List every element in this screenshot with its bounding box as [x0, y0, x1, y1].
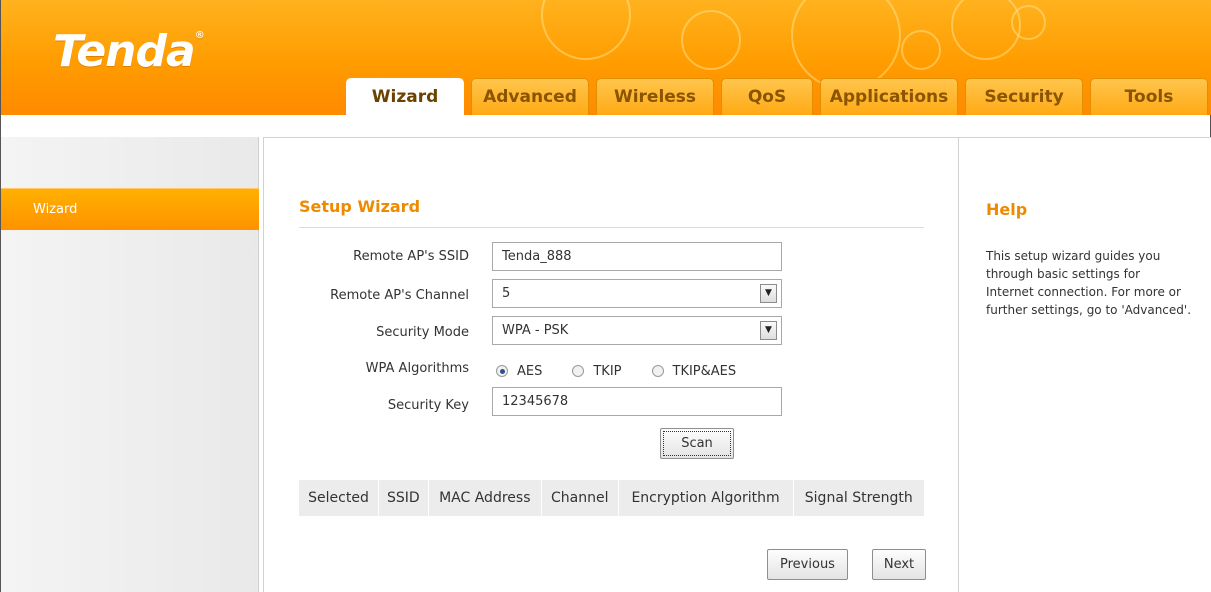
tab-advanced[interactable]: Advanced	[471, 78, 589, 115]
help-text: This setup wizard guides you through bas…	[986, 249, 1192, 317]
radio-tkip[interactable]: TKIP	[572, 363, 622, 379]
decorative-bubble	[541, 0, 631, 60]
tab-wireless[interactable]: Wireless	[596, 78, 714, 115]
tab-wizard[interactable]: Wizard	[346, 78, 464, 115]
page-title: Setup Wizard	[299, 197, 421, 216]
decorative-bubble	[791, 0, 901, 90]
column-header-signal-strength: Signal Strength	[804, 490, 913, 506]
radio-tkip-aes-label: TKIP&AES	[672, 363, 737, 379]
next-button[interactable]: Next	[872, 549, 926, 580]
column-header-channel: Channel	[541, 480, 619, 516]
decorative-bubble	[1011, 5, 1046, 40]
radio-aes-label: AES	[517, 363, 543, 379]
ssid-label: Remote AP's SSID	[353, 249, 469, 264]
header-banner: Tenda® Wizard Advanced Wireless QoS Appl…	[1, 0, 1211, 115]
help-panel: Help This setup wizard guides you throug…	[959, 137, 1211, 592]
scan-results-table: Selected SSID MAC Address Channel Encryp…	[299, 480, 924, 516]
column-header-mac-address: MAC Address	[428, 480, 542, 516]
tab-qos[interactable]: QoS	[721, 78, 813, 115]
decorative-bubble	[901, 30, 941, 70]
column-header-selected: Selected	[299, 480, 379, 516]
title-divider	[299, 227, 924, 228]
security-key-input[interactable]: 12345678	[492, 387, 782, 416]
wpa-algorithms-radio-group: AES TKIP TKIP&AES	[496, 361, 766, 381]
sidebar-item-wizard[interactable]: Wizard	[1, 188, 259, 230]
radio-selected-icon[interactable]	[496, 365, 508, 377]
radio-unselected-icon[interactable]	[651, 365, 664, 377]
security-mode-label: Security Mode	[376, 325, 469, 340]
chevron-down-icon[interactable]: ▼	[760, 321, 777, 340]
chevron-down-icon[interactable]: ▼	[760, 284, 777, 303]
column-header-ssid: SSID	[378, 480, 429, 516]
radio-aes[interactable]: AES	[496, 364, 542, 379]
tenda-logo[interactable]: Tenda®	[53, 26, 205, 77]
decorative-bubble	[681, 10, 741, 70]
wpa-algorithms-label: WPA Algorithms	[365, 361, 469, 376]
channel-select[interactable]: 5 ▼	[492, 279, 782, 308]
security-mode-select-value: WPA - PSK	[502, 323, 569, 338]
radio-unselected-icon[interactable]	[572, 365, 585, 377]
channel-select-value: 5	[502, 286, 511, 301]
security-mode-select[interactable]: WPA - PSK ▼	[492, 316, 782, 345]
scan-button[interactable]: Scan	[660, 428, 734, 459]
channel-label: Remote AP's Channel	[330, 288, 469, 303]
column-header-encryption-algorithm: Encryption Algorithm	[618, 480, 794, 516]
logo-text: Tenda	[53, 26, 196, 77]
tab-applications[interactable]: Applications	[820, 78, 958, 115]
main-panel: Setup Wizard Remote AP's SSID Tenda_888 …	[263, 137, 959, 592]
security-key-label: Security Key	[387, 398, 469, 413]
main-tabs: Wizard Advanced Wireless QoS Application…	[1, 78, 1211, 115]
ssid-input[interactable]: Tenda_888	[492, 242, 782, 271]
tab-tools[interactable]: Tools	[1090, 78, 1208, 115]
sidebar: Wizard	[1, 137, 259, 592]
help-title: Help	[986, 200, 1028, 219]
trademark-symbol: ®	[194, 30, 205, 41]
decorative-bubble	[951, 0, 1021, 60]
previous-button[interactable]: Previous	[767, 549, 848, 580]
radio-tkip-aes[interactable]: TKIP&AES	[651, 363, 737, 379]
radio-tkip-label: TKIP	[593, 363, 622, 379]
table-header-row: Selected SSID MAC Address Channel Encryp…	[299, 480, 924, 516]
tab-security[interactable]: Security	[965, 78, 1083, 115]
